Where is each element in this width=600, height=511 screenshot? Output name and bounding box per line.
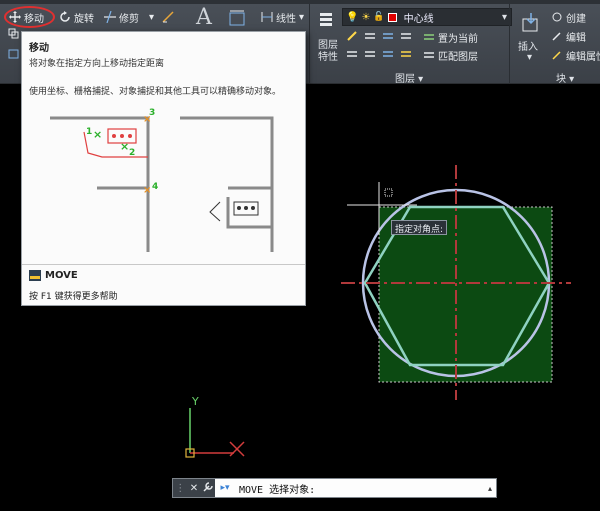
illustration-chair [128, 134, 132, 138]
illustration-chair [112, 134, 116, 138]
match-layer-button[interactable]: 匹配图层 [420, 46, 481, 64]
block-panel-label[interactable]: 块 ▾ [556, 70, 574, 85]
insert-dropdown[interactable]: ▾ [527, 52, 532, 63]
layer-properties-button[interactable]: 图层 特性 [318, 40, 338, 64]
chevron-up-icon[interactable]: ▴ [484, 484, 496, 493]
rotate-icon [60, 11, 70, 22]
layer-properties-line1: 图层 [318, 40, 338, 51]
linetype-label: 线性 [276, 13, 296, 25]
tooltip-title: 移动 [29, 43, 49, 54]
trim-icon [104, 11, 116, 23]
rotate-label: 旋转 [74, 13, 94, 25]
edit-label: 编辑 [566, 32, 586, 44]
match-layer-label: 匹配图层 [438, 51, 478, 63]
match-layer-icon [424, 52, 434, 58]
edit-attribute-label: 编辑属性 [566, 51, 600, 63]
edit-block-icon [552, 32, 561, 41]
edit-block-button[interactable]: 编辑 [548, 27, 589, 45]
command-icon [29, 270, 41, 281]
layer-lock-icon[interactable] [400, 30, 412, 42]
chevron-down-icon: ▾ [527, 52, 533, 63]
tooltip-help-text: 按 F1 键获得更多帮助 [29, 292, 118, 302]
tooltip-description: 将对象在指定方向上移动指定距离 [29, 59, 165, 69]
command-line: ⋮ ✕ ▸▾ ▴ [172, 478, 497, 498]
chevron-down-icon: ▾ [501, 11, 507, 23]
chevron-down-icon: ▾ [149, 11, 155, 23]
illustration-pick-mark: × [93, 128, 102, 141]
illustration-chair [237, 206, 241, 210]
tooltip-illustration: 1 × × 2 3 × 4 × [50, 108, 274, 252]
illustration-label-4: 4 [152, 182, 158, 192]
tooltip-command-name: MOVE [45, 270, 78, 281]
chevron-down-icon: ▾ [299, 11, 305, 23]
illustration-label-1: 1 [86, 127, 92, 137]
grip-icon[interactable]: ⋮ [175, 483, 185, 494]
layer-tools-row2 [346, 48, 412, 60]
layer-tools-row1 [346, 30, 412, 42]
illustration-chair [251, 206, 255, 210]
trim-button[interactable]: 修剪 [101, 8, 142, 26]
set-current-button[interactable]: 置为当前 [420, 28, 481, 46]
set-current-icon [424, 34, 434, 40]
linear-dimension-icon [261, 12, 273, 22]
illustration-door [209, 201, 221, 222]
edit-attribute-button[interactable]: 编辑属性 [548, 46, 600, 64]
illustration-base-point: × [143, 114, 151, 125]
highlight-oval [4, 6, 55, 28]
set-current-label: 置为当前 [438, 33, 478, 45]
illustration-label-2: 2 [129, 148, 135, 158]
create-block-button[interactable]: 创建 [548, 8, 589, 26]
layer-dropdown[interactable]: 💡 ☀ 🔓 中心线 ▾ [342, 8, 512, 26]
layer-on-icon[interactable] [346, 48, 358, 60]
dimension-icon[interactable] [228, 9, 246, 27]
trim-label: 修剪 [119, 13, 139, 25]
tooltip-command: MOVE [29, 270, 78, 281]
trim-dropdown[interactable]: ▾ [146, 8, 157, 26]
layer-thaw-icon[interactable] [382, 48, 394, 60]
layer-name: 中心线 [403, 13, 434, 25]
illustration-second-point: × [143, 185, 151, 196]
tooltip-extended-description: 使用坐标、栅格捕捉、对象捕捉和其他工具可以精确移动对象。 [29, 87, 282, 97]
stretch-icon[interactable] [8, 48, 20, 60]
lightbulb-icon: 💡 [346, 11, 359, 23]
layers-panel-label[interactable]: 图层 ▾ [395, 70, 423, 85]
create-label: 创建 [566, 13, 586, 25]
ribbon-top-strip [0, 0, 600, 4]
command-input[interactable] [235, 479, 484, 497]
close-icon[interactable]: ✕ [190, 483, 198, 494]
create-block-icon [552, 12, 562, 22]
command-line-controls: ⋮ ✕ [173, 479, 215, 497]
layer-properties-line2: 特性 [318, 52, 338, 63]
lock-icon: 🔓 [373, 12, 385, 22]
layer-unlock-icon[interactable] [400, 48, 412, 60]
tooltip-divider [22, 264, 305, 265]
layer-properties-icon[interactable] [318, 10, 336, 28]
fillet-icon[interactable] [162, 11, 174, 23]
insert-button[interactable]: 插入 [518, 38, 538, 53]
command-prompt-icon[interactable]: ▸▾ [215, 483, 235, 493]
move-command-tooltip: 移动 将对象在指定方向上移动指定距离 使用坐标、栅格捕捉、对象捕捉和其他工具可以… [21, 31, 306, 306]
illustration-chair [244, 206, 248, 210]
linetype-button[interactable]: 线性 ▾ [258, 8, 307, 26]
illustration-wall [180, 116, 274, 252]
layer-isolate-icon[interactable] [364, 30, 376, 42]
layer-freeze-icon[interactable] [382, 30, 394, 42]
edit-attribute-icon [552, 51, 561, 60]
pickbox [384, 188, 393, 197]
copy-icon[interactable] [8, 28, 20, 40]
illustration-chair [120, 134, 124, 138]
wrench-icon[interactable] [203, 481, 213, 495]
layer-off-icon[interactable] [346, 30, 358, 42]
layer-unisolate-icon[interactable] [364, 48, 376, 60]
sun-icon: ☀ [361, 11, 371, 23]
insert-block-icon[interactable] [520, 12, 542, 34]
ucs-y-label: Y [191, 395, 199, 408]
panel-divider [509, 4, 510, 84]
rotate-button[interactable]: 旋转 [56, 8, 97, 26]
illustration-pick-mark: × [120, 140, 129, 153]
layer-color-swatch [387, 12, 397, 22]
panel-divider [309, 4, 310, 84]
text-icon[interactable]: A [196, 5, 212, 30]
dynamic-input-tooltip: 指定对角点: [391, 220, 448, 235]
